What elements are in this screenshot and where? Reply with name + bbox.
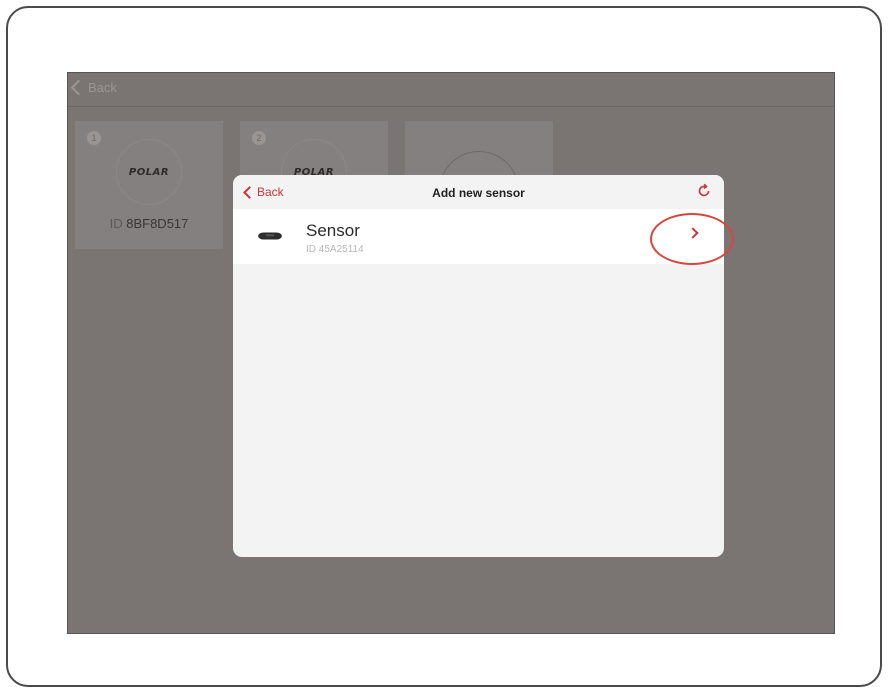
sensor-id: ID 45A25114 <box>306 244 364 255</box>
add-sensor-modal: Back Add new sensor Sensor ID 45A25114 <box>233 175 724 557</box>
top-nav-bar: Back <box>68 73 834 107</box>
chevron-right-icon[interactable] <box>687 227 699 239</box>
heart-rate-strap-icon <box>258 232 282 240</box>
modal-title: Add new sensor <box>432 186 525 200</box>
sensor-list-item[interactable]: Sensor ID 45A25114 <box>233 209 724 264</box>
card-index-badge: 2 <box>252 131 266 145</box>
sensor-name: Sensor <box>306 221 360 240</box>
polar-logo: POLAR <box>116 139 182 205</box>
back-label: Back <box>88 80 117 95</box>
back-button[interactable]: Back <box>70 79 117 96</box>
sensor-card-1[interactable]: 1 POLAR ID 8BF8D517 <box>75 121 223 249</box>
modal-header: Back Add new sensor <box>233 175 724 209</box>
card-index-badge: 1 <box>87 131 101 145</box>
card-id-prefix: ID <box>109 216 123 231</box>
refresh-icon[interactable] <box>696 183 712 199</box>
card-id-value: 8BF8D517 <box>126 216 189 231</box>
chevron-left-icon <box>70 79 87 96</box>
polar-logo-text: POLAR <box>128 166 170 178</box>
card-sensor-id: ID 8BF8D517 <box>75 216 223 231</box>
